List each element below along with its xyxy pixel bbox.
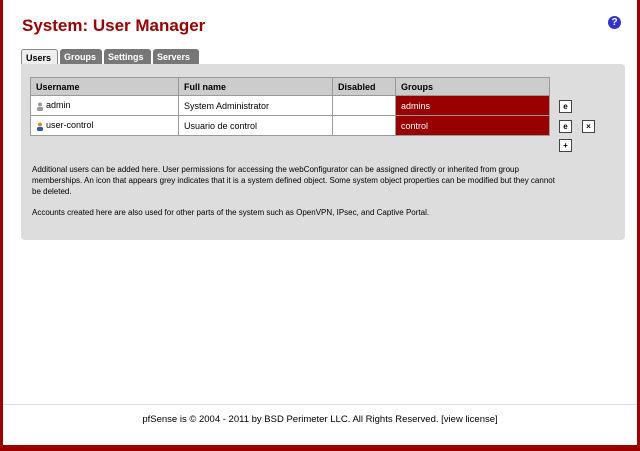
info-paragraph-accounts: Accounts created here are also used for … xyxy=(32,208,430,217)
info-paragraph-permissions: Additional users can be added here. User… xyxy=(32,165,555,196)
fullname-cell: Usuario de control xyxy=(178,115,333,136)
tab-users[interactable]: Users xyxy=(21,49,58,65)
username-cell: admin xyxy=(30,95,179,116)
table-header-row: Username Full name Disabled Groups xyxy=(30,77,550,96)
frame-bottom-border xyxy=(0,445,640,451)
help-icon[interactable]: ? xyxy=(608,16,621,29)
tab-settings[interactable]: Settings xyxy=(104,49,151,65)
user-icon xyxy=(37,122,43,131)
users-table: Username Full name Disabled Groups admin… xyxy=(30,77,550,136)
disabled-cell xyxy=(332,115,396,136)
disabled-cell xyxy=(332,95,396,116)
copyright-close: ] xyxy=(495,414,498,425)
groups-cell: control xyxy=(395,115,550,136)
user-icon xyxy=(37,102,43,111)
users-panel: Username Full name Disabled Groups admin… xyxy=(21,64,625,240)
edit-user-admin-icon[interactable]: e xyxy=(559,100,572,113)
delete-user-control-icon[interactable]: × xyxy=(582,120,595,133)
table-row[interactable]: admin System Administrator admins xyxy=(30,95,550,116)
footer: pfSense is © 2004 - 2011 by BSD Perimete… xyxy=(0,414,640,425)
frame-left-border xyxy=(0,0,3,451)
copyright-text: pfSense is © 2004 - 2011 by BSD Perimete… xyxy=(142,414,444,425)
info-text: Additional users can be added here. User… xyxy=(32,164,557,228)
username-text: admin xyxy=(46,100,71,111)
table-row[interactable]: user-control Usuario de control control xyxy=(30,115,550,136)
add-user-icon[interactable]: + xyxy=(559,139,572,152)
column-header-disabled: Disabled xyxy=(332,77,396,96)
column-header-groups: Groups xyxy=(395,77,550,96)
fullname-cell: System Administrator xyxy=(178,95,333,116)
groups-cell: admins xyxy=(395,95,550,116)
footer-divider xyxy=(3,404,637,405)
tab-servers[interactable]: Servers xyxy=(153,49,199,65)
username-text: user-control xyxy=(46,120,94,131)
column-header-fullname: Full name xyxy=(178,77,333,96)
column-header-username: Username xyxy=(30,77,179,96)
page-title: System: User Manager xyxy=(22,16,206,35)
username-cell: user-control xyxy=(30,115,179,136)
edit-user-control-icon[interactable]: e xyxy=(559,120,572,133)
tab-groups[interactable]: Groups xyxy=(60,49,102,65)
view-license-link[interactable]: view license xyxy=(444,414,495,425)
